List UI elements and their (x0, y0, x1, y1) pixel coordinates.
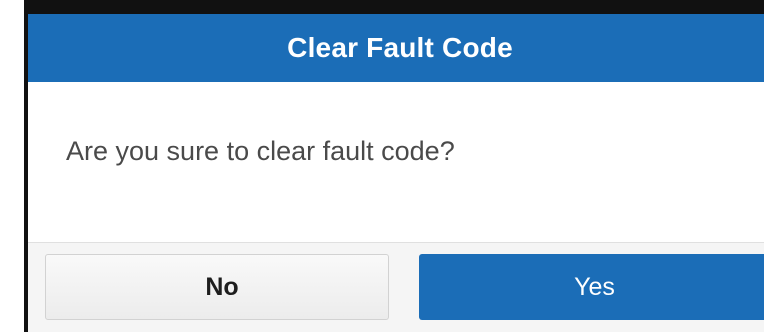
dialog-title: Clear Fault Code (287, 32, 513, 63)
no-button-label: No (205, 272, 239, 301)
divider (28, 242, 764, 243)
yes-button[interactable]: Yes (419, 254, 764, 320)
dialog-button-bar: No Yes (28, 242, 764, 332)
outer-margin (0, 0, 24, 332)
no-button[interactable]: No (45, 254, 389, 320)
dialog-header: Clear Fault Code (28, 14, 764, 82)
dialog-content: Are you sure to clear fault code? (28, 82, 764, 242)
confirmation-message: Are you sure to clear fault code? (66, 136, 455, 166)
yes-button-label: Yes (574, 272, 615, 301)
window-border-top (24, 0, 764, 14)
clear-fault-code-dialog: Clear Fault Code Are you sure to clear f… (0, 0, 764, 332)
